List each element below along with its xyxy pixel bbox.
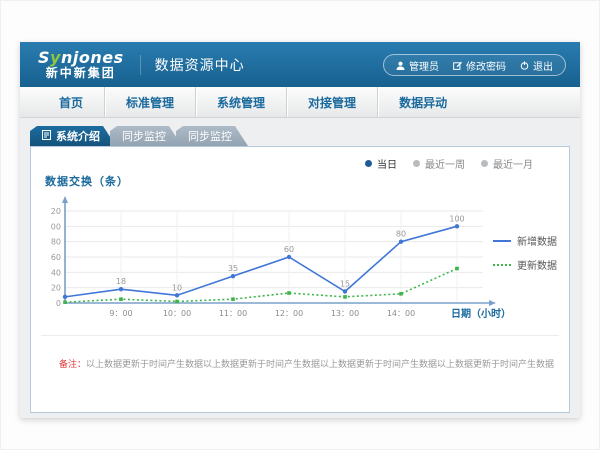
dotted-line-swatch <box>493 264 511 266</box>
panel-divider <box>41 335 559 336</box>
radio-dot <box>365 160 372 167</box>
time-range-filter: 当日 最近一周 最近一月 <box>365 156 533 171</box>
tab-label: 同步监控 <box>188 128 232 144</box>
main-nav: 首页 标准管理 系统管理 对接管理 数据异动 <box>20 87 580 118</box>
svg-text:12：00: 12：00 <box>275 309 303 318</box>
user-toolbar: 管理员 修改密码 退出 <box>383 54 566 76</box>
nav-item-system-mgmt[interactable]: 系统管理 <box>195 87 286 117</box>
document-icon <box>42 130 51 143</box>
svg-text:100: 100 <box>449 214 464 223</box>
footnote-prefix: 备注： <box>59 360 86 370</box>
radio-label: 当日 <box>377 156 397 171</box>
legend-item-new-data[interactable]: 新增数据 <box>493 233 557 248</box>
svg-text:20: 20 <box>51 284 61 293</box>
svg-text:14：00: 14：00 <box>387 309 415 318</box>
radio-dot <box>413 160 420 167</box>
svg-text:35: 35 <box>228 264 238 273</box>
tab-label: 系统介绍 <box>56 128 100 144</box>
line-chart: 0 20 40 60 80 100 120 9：00 10：00 11：00 12：00 13：00 1… <box>51 193 511 325</box>
svg-text:15: 15 <box>340 280 350 289</box>
tab-system-intro[interactable]: 系统介绍 <box>30 126 116 146</box>
power-icon <box>520 61 529 70</box>
logout-label: 退出 <box>533 58 553 73</box>
user-icon <box>396 61 405 70</box>
chart-panel: 当日 最近一周 最近一月 数据交换（条） 0 20 40 60 80 100 120 9：00… <box>30 146 570 413</box>
svg-text:18: 18 <box>116 277 126 286</box>
svg-text:0: 0 <box>56 299 61 308</box>
legend-label: 更新数据 <box>517 257 557 272</box>
tab-sync-monitor-1[interactable]: 同步监控 <box>110 126 182 146</box>
radio-today[interactable]: 当日 <box>365 156 397 171</box>
svg-text:10: 10 <box>172 283 182 292</box>
nav-item-home[interactable]: 首页 <box>38 87 104 117</box>
content-area: 系统介绍 同步监控 同步监控 当日 最近一周 <box>20 126 580 427</box>
svg-text:10：00: 10：00 <box>163 309 191 318</box>
chart-legend: 新增数据 更新数据 <box>493 233 557 272</box>
change-password-button[interactable]: 修改密码 <box>453 58 506 73</box>
y-axis-title: 数据交换（条） <box>45 173 129 189</box>
svg-text:40: 40 <box>51 268 61 277</box>
page-title: 数据资源中心 <box>140 55 245 75</box>
user-label: 管理员 <box>409 58 439 73</box>
radio-label: 最近一周 <box>425 156 465 171</box>
svg-text:80: 80 <box>51 238 61 247</box>
logout-button[interactable]: 退出 <box>520 58 553 73</box>
radio-label: 最近一月 <box>493 156 533 171</box>
tab-bar: 系统介绍 同步监控 同步监控 <box>30 126 580 146</box>
svg-text:100: 100 <box>51 222 61 231</box>
footnote-text: 以上数据更新于时间产生数据以上数据更新于时间产生数据以上数据更新于时间产生数据以… <box>86 360 555 370</box>
logo-subtext: 新中新集团 <box>38 67 124 80</box>
nav-item-interface-mgmt[interactable]: 对接管理 <box>286 87 377 117</box>
company-logo: Synjones 新中新集团 <box>38 50 124 79</box>
change-password-label: 修改密码 <box>466 58 506 73</box>
current-user[interactable]: 管理员 <box>396 58 439 73</box>
svg-text:9：00: 9：00 <box>109 309 132 318</box>
radio-last-week[interactable]: 最近一周 <box>413 156 465 171</box>
svg-text:60: 60 <box>51 253 61 262</box>
svg-text:11：00: 11：00 <box>219 309 247 318</box>
svg-text:120: 120 <box>51 207 61 216</box>
radio-dot <box>481 160 488 167</box>
svg-text:80: 80 <box>396 230 406 239</box>
tab-label: 同步监控 <box>122 128 166 144</box>
solid-line-swatch <box>493 240 511 242</box>
svg-text:13：00: 13：00 <box>331 309 359 318</box>
nav-item-standard-mgmt[interactable]: 标准管理 <box>104 87 195 117</box>
app-header: Synjones 新中新集团 数据资源中心 管理员 修改密码 退出 <box>20 42 580 87</box>
app-window: Synjones 新中新集团 数据资源中心 管理员 修改密码 退出 <box>20 42 580 418</box>
radio-last-month[interactable]: 最近一月 <box>481 156 533 171</box>
logo-text: Synjones <box>38 50 124 67</box>
svg-text:日期（小时）: 日期（小时） <box>451 307 511 320</box>
legend-label: 新增数据 <box>517 233 557 248</box>
edit-icon <box>453 61 462 70</box>
nav-item-data-change[interactable]: 数据异动 <box>377 87 468 117</box>
legend-item-updated-data[interactable]: 更新数据 <box>493 257 557 272</box>
tab-sync-monitor-2[interactable]: 同步监控 <box>176 126 248 146</box>
svg-text:60: 60 <box>284 245 294 254</box>
footnote: 备注：以上数据更新于时间产生数据以上数据更新于时间产生数据以上数据更新于时间产生… <box>59 357 555 370</box>
